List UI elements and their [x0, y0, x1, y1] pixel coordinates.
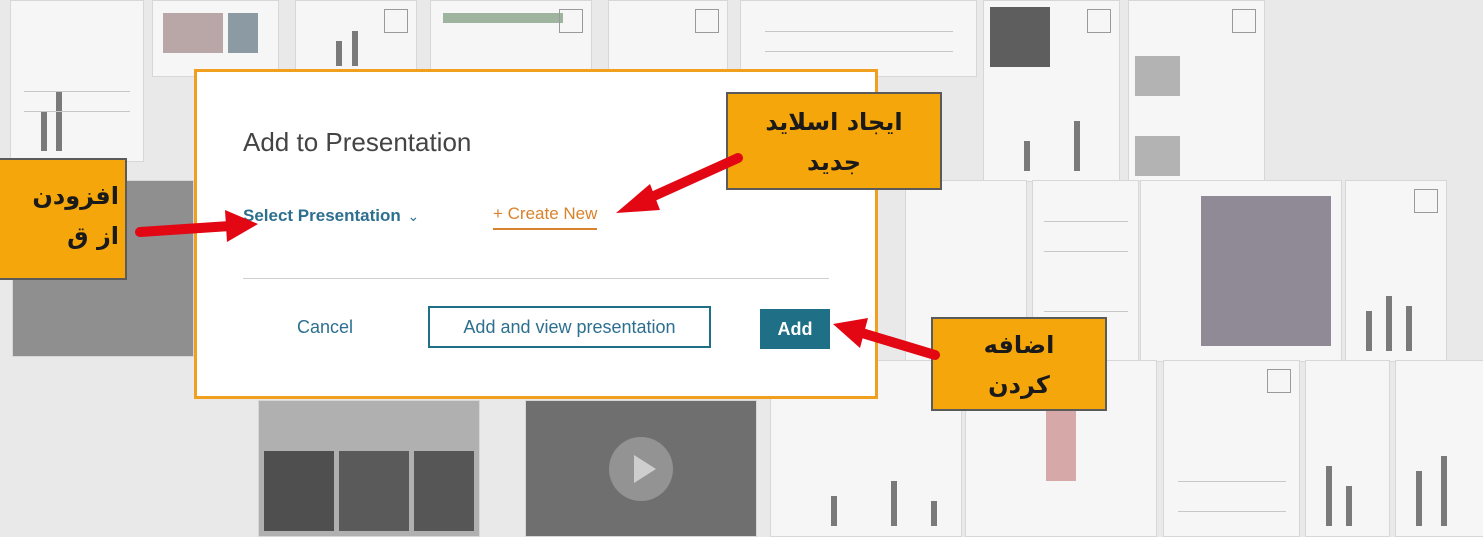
- select-presentation-dropdown[interactable]: Select Presentation ⌄: [243, 206, 419, 226]
- figure-thumbnail[interactable]: [10, 0, 144, 162]
- callout-text: افزودن: [32, 182, 119, 210]
- callout-add-existing: افزودن از ق: [0, 158, 127, 280]
- figure-thumbnail[interactable]: [1395, 360, 1483, 537]
- chevron-down-icon: ⌄: [407, 208, 420, 224]
- add-and-view-button[interactable]: Add and view presentation: [428, 306, 711, 348]
- callout-text: اضافه: [983, 331, 1055, 359]
- figure-thumbnail[interactable]: [430, 0, 592, 77]
- callout-text: از ق: [67, 222, 119, 250]
- cancel-button[interactable]: Cancel: [297, 317, 353, 338]
- callout-text: ایجاد اسلاید: [765, 108, 903, 136]
- create-new-link[interactable]: + Create New: [493, 204, 598, 230]
- dialog-title: Add to Presentation: [243, 127, 472, 157]
- figure-thumbnail[interactable]: [1345, 180, 1447, 362]
- callout-text: کردن: [988, 371, 1050, 399]
- figure-thumbnail[interactable]: [1140, 180, 1342, 362]
- divider: [243, 278, 829, 279]
- add-button[interactable]: Add: [760, 309, 830, 349]
- figure-thumbnail[interactable]: [258, 400, 480, 537]
- figure-thumbnail[interactable]: [295, 0, 417, 77]
- figure-thumbnail[interactable]: [983, 0, 1120, 182]
- figure-thumbnail[interactable]: [1163, 360, 1300, 537]
- video-thumbnail[interactable]: [525, 400, 757, 537]
- callout-create-slide: ایجاد اسلاید جدید: [726, 92, 942, 190]
- play-icon[interactable]: [609, 436, 673, 501]
- figure-thumbnail[interactable]: [740, 0, 977, 77]
- figure-thumbnail[interactable]: [152, 0, 279, 77]
- callout-text: جدید: [806, 148, 862, 176]
- callout-add: اضافه کردن: [931, 317, 1107, 411]
- figure-thumbnail[interactable]: [1305, 360, 1390, 537]
- select-presentation-label: Select Presentation: [243, 206, 401, 225]
- figure-thumbnail[interactable]: [1128, 0, 1265, 182]
- figure-thumbnail[interactable]: [608, 0, 728, 77]
